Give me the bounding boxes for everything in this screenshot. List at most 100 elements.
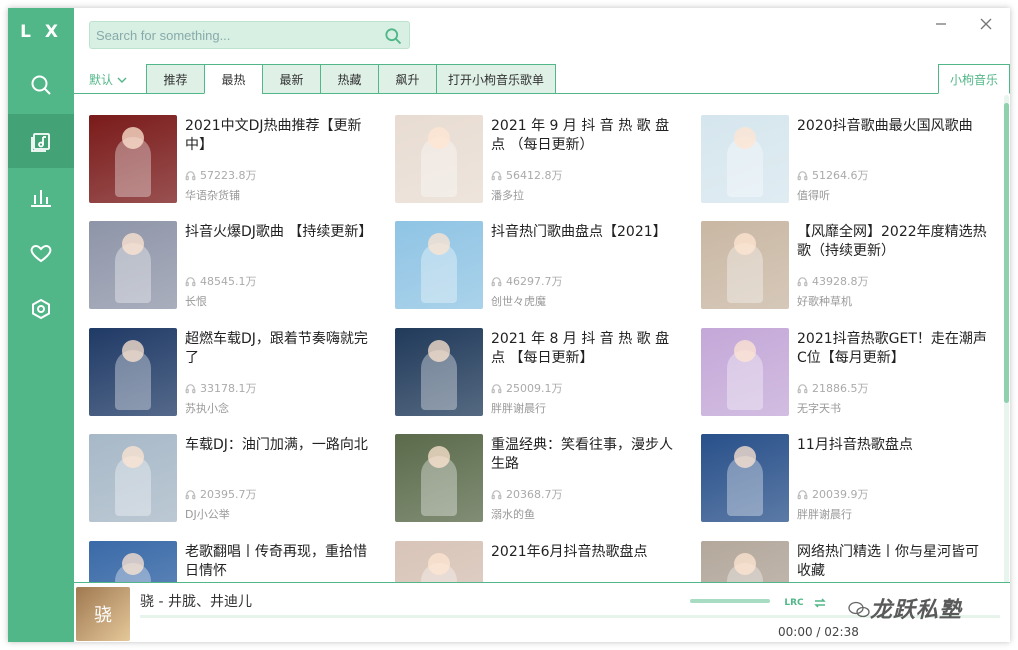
playlist-author[interactable]: 华语杂货铺 [185, 187, 240, 203]
cover-figure-head [428, 553, 450, 575]
play-count-value: 25009.1万 [506, 382, 563, 395]
minimize-button[interactable] [933, 16, 949, 32]
lyrics-toggle-button[interactable]: LRC [784, 593, 804, 613]
scrollbar[interactable] [1004, 95, 1009, 583]
now-playing-cover[interactable]: 骁 [76, 587, 130, 641]
minimize-icon [936, 23, 946, 25]
playlist-title[interactable]: 重温经典：笑看往事，漫步人生路 [491, 436, 681, 474]
playlist-title[interactable]: 超燃车载DJ，跟着节奏嗨就完了 [185, 330, 375, 368]
playlist-author[interactable]: 胖胖谢晨行 [491, 400, 546, 416]
nav-settings[interactable] [8, 282, 74, 336]
playlist-title[interactable]: 2021中文DJ热曲推荐【更新中】 [185, 117, 375, 155]
playlist-author[interactable]: DJ小公举 [185, 506, 230, 522]
nav-leaderboard[interactable] [8, 170, 74, 224]
settings-hexagon-icon [32, 298, 50, 320]
playlist-author[interactable]: 苏执小念 [185, 400, 229, 416]
playlist-card[interactable]: 11月抖音热歌盘点 20039.9万 胖胖谢晨行 [701, 434, 991, 524]
tab-hot-collection[interactable]: 热藏 [320, 64, 378, 94]
playlist-author[interactable]: 胖胖谢晨行 [797, 506, 852, 522]
playlist-cover[interactable] [395, 434, 483, 522]
playlist-card[interactable]: 老歌翻唱丨传奇再现，重拾惜日情怀 [89, 541, 379, 583]
playlist-cover[interactable] [89, 115, 177, 203]
playlist-cover[interactable] [395, 541, 483, 583]
nav-favorites[interactable] [8, 226, 74, 280]
playlist-cover[interactable] [701, 115, 789, 203]
playlist-title[interactable]: 【风靡全网】2022年度精选热歌（持续更新） [797, 223, 987, 261]
playlist-title[interactable]: 网络热门精选丨你与星河皆可收藏 [797, 543, 987, 581]
playlist-title[interactable]: 11月抖音热歌盘点 [797, 436, 987, 455]
playlist-author[interactable]: 值得听 [797, 187, 830, 203]
playlist-card[interactable]: 2021抖音热歌GET！走在潮声C位【每月更新】 21886.5万无字天书 [701, 328, 991, 418]
nav-songlist[interactable] [8, 114, 74, 168]
play-count: 48545.1万 [185, 273, 257, 289]
tab-recommend[interactable]: 推荐 [146, 64, 204, 94]
playlist-card[interactable]: 重温经典：笑看往事，漫步人生路 20368.7万 溺水的鱼 [395, 434, 685, 524]
tab-bar: 默认 推荐 最热 最新 热藏 飙升 打开小枸音乐歌单 小枸音乐 [74, 64, 1010, 94]
cover-figure-head [122, 233, 144, 255]
playlist-author[interactable]: 创世々虎魔 [491, 293, 546, 309]
playlist-card[interactable]: 2021 年 8 月 抖 音 热 歌 盘 点 【每日更新】 25009.1万胖胖谢… [395, 328, 685, 418]
close-button[interactable] [978, 16, 994, 32]
playlist-card[interactable]: 抖音热门歌曲盘点【2021】 46297.7万 创世々虎魔 [395, 221, 685, 311]
playlist-cover[interactable] [701, 434, 789, 522]
tab-newest[interactable]: 最新 [262, 64, 320, 94]
headphones-icon [491, 276, 502, 286]
playlist-author[interactable]: 溺水的鱼 [491, 506, 535, 522]
playlist-card[interactable]: 2021年6月抖音热歌盘点 [395, 541, 685, 583]
playlist-cover[interactable] [395, 221, 483, 309]
nav-search[interactable] [8, 58, 74, 112]
play-count: 43928.8万 [797, 273, 869, 289]
search-input[interactable] [96, 25, 376, 45]
playlist-card[interactable]: 超燃车载DJ，跟着节奏嗨就完了 33178.1万苏执小念 [89, 328, 379, 418]
tab-rising[interactable]: 飙升 [378, 64, 436, 94]
playlist-cover[interactable] [89, 434, 177, 522]
tab-hottest[interactable]: 最热 [204, 64, 262, 94]
play-count-value: 21886.5万 [812, 382, 869, 395]
now-playing-title[interactable]: 骁 - 井胧、井迪儿 [140, 591, 252, 611]
playlist-card[interactable]: 车载DJ：油门加满，一路向北 20395.7万 DJ小公举 [89, 434, 379, 524]
playlist-author[interactable]: 长恨 [185, 293, 207, 309]
search-icon[interactable] [383, 26, 403, 46]
cover-figure-head [122, 127, 144, 149]
playlist-card[interactable]: 2021 年 9 月 抖 音 热 歌 盘 点 （每日更新） 56412.8万 潘多拉 [395, 115, 685, 205]
playlist-title[interactable]: 车载DJ：油门加满，一路向北 [185, 436, 375, 455]
playlist-cover[interactable] [89, 328, 177, 416]
playlist-cover[interactable] [701, 221, 789, 309]
playlist-title[interactable]: 2020抖音歌曲最火国风歌曲 [797, 117, 987, 136]
headphones-icon [185, 383, 196, 393]
playlist-cover[interactable] [89, 221, 177, 309]
playlist-card[interactable]: 2020抖音歌曲最火国风歌曲 51264.6万 值得听 [701, 115, 991, 205]
repeat-button[interactable] [810, 593, 830, 613]
playlist-cover[interactable] [89, 541, 177, 583]
playlist-title[interactable]: 抖音热门歌曲盘点【2021】 [491, 223, 681, 242]
playlist-title[interactable]: 2021 年 9 月 抖 音 热 歌 盘 点 （每日更新） [491, 117, 681, 155]
playlist-author[interactable]: 潘多拉 [491, 187, 524, 203]
volume-slider[interactable] [690, 599, 770, 603]
source-tab[interactable]: 小枸音乐 [938, 64, 1010, 94]
playlist-author[interactable]: 无字天书 [797, 400, 841, 416]
play-count: 20039.9万 [797, 486, 869, 502]
playlist-cover[interactable] [395, 115, 483, 203]
playlist-card[interactable]: 网络热门精选丨你与星河皆可收藏 [701, 541, 991, 583]
sort-dropdown[interactable]: 默认 [89, 71, 127, 88]
playlist-title[interactable]: 抖音火爆DJ歌曲 【持续更新】 [185, 223, 375, 242]
playlist-title[interactable]: 2021抖音热歌GET！走在潮声C位【每月更新】 [797, 330, 987, 368]
playlist-title[interactable]: 2021年6月抖音热歌盘点 [491, 543, 681, 562]
play-count-value: 57223.8万 [200, 169, 257, 182]
scrollbar-thumb[interactable] [1004, 103, 1009, 403]
playlist-card[interactable]: 抖音火爆DJ歌曲 【持续更新】 48545.1万 长恨 [89, 221, 379, 311]
tab-open-playlist[interactable]: 打开小枸音乐歌单 [436, 64, 556, 94]
headphones-icon [797, 489, 808, 499]
chevron-down-icon [117, 77, 127, 83]
playlist-cover[interactable] [701, 328, 789, 416]
play-count-value: 33178.1万 [200, 382, 257, 395]
playlist-author[interactable]: 好歌种草机 [797, 293, 852, 309]
headphones-icon [797, 170, 808, 180]
playlist-cover[interactable] [701, 541, 789, 583]
playlist-card[interactable]: 2021中文DJ热曲推荐【更新中】 57223.8万华语杂货铺 [89, 115, 379, 205]
playlist-title[interactable]: 2021 年 8 月 抖 音 热 歌 盘 点 【每日更新】 [491, 330, 681, 368]
playlist-cover[interactable] [395, 328, 483, 416]
playlist-card[interactable]: 【风靡全网】2022年度精选热歌（持续更新） 43928.8万 好歌种草机 [701, 221, 991, 311]
playlist-title[interactable]: 老歌翻唱丨传奇再现，重拾惜日情怀 [185, 543, 375, 581]
cover-figure-head [428, 340, 450, 362]
